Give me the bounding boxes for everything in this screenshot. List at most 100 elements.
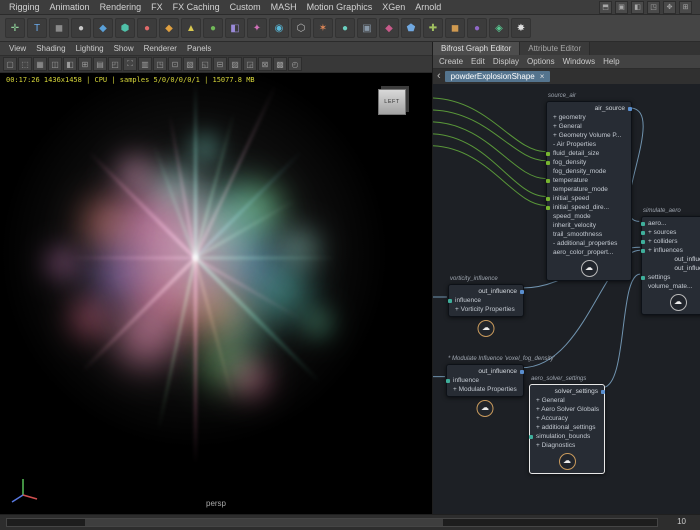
node-row[interactable]: + Modulate Properties xyxy=(447,385,523,394)
viewport-toolbar-icon[interactable]: ▨ xyxy=(228,57,242,71)
editor-pane-tab[interactable]: Attribute Editor xyxy=(520,42,590,55)
cloud-preview-icon[interactable]: ☁ xyxy=(559,453,576,470)
graph-menu-item[interactable]: Display xyxy=(489,57,523,66)
viewport-toolbar-icon[interactable]: ▦ xyxy=(33,57,47,71)
node-row[interactable]: temperature xyxy=(547,176,631,185)
node-row[interactable]: settings xyxy=(642,273,700,282)
shelf-icon[interactable]: ◼ xyxy=(445,18,465,38)
node-row[interactable]: + influences xyxy=(642,246,700,255)
graph-node-modulate_influence[interactable]: * Modulate Influence 'voxel_fog_density'… xyxy=(446,364,524,397)
node-row[interactable]: - Air Properties xyxy=(547,140,631,149)
shelf-icon[interactable]: ▣ xyxy=(357,18,377,38)
node-row[interactable]: trail_smoothness xyxy=(547,230,631,239)
shelf-icon[interactable]: ⬡ xyxy=(291,18,311,38)
viewport[interactable]: 00:17:26 1436x1458 | CPU | samples 5/0/0… xyxy=(0,73,432,515)
node-port[interactable] xyxy=(520,370,524,374)
menubar-icon[interactable]: ◧ xyxy=(631,1,644,14)
menubar-icon[interactable]: ⬒ xyxy=(599,1,612,14)
shelf-icon[interactable]: ▲ xyxy=(181,18,201,38)
shelf-icon[interactable]: ● xyxy=(71,18,91,38)
node-row[interactable]: + Vorticity Properties xyxy=(449,305,523,314)
time-slider[interactable]: 10 xyxy=(0,514,700,530)
shelf-icon[interactable]: ◆ xyxy=(93,18,113,38)
node-row[interactable]: + sources xyxy=(642,228,700,237)
viewport-toolbar-icon[interactable]: ⬚ xyxy=(18,57,32,71)
node-row[interactable]: + Diagnostics xyxy=(530,441,604,450)
viewport-toolbar-icon[interactable]: ⛶ xyxy=(123,57,137,71)
node-row[interactable]: + Accuracy xyxy=(530,414,604,423)
node-port[interactable] xyxy=(641,222,645,226)
node-port[interactable] xyxy=(448,299,452,303)
viewport-toolbar-icon[interactable]: ▤ xyxy=(93,57,107,71)
shelf-icon[interactable]: ⬢ xyxy=(115,18,135,38)
node-port[interactable] xyxy=(546,197,550,201)
viewport-toolbar-icon[interactable]: ▢ xyxy=(3,57,17,71)
menubar-icon[interactable]: ✥ xyxy=(663,1,676,14)
node-row[interactable]: out_influence xyxy=(447,367,523,376)
node-row[interactable]: fog_density xyxy=(547,158,631,167)
menubar-icon[interactable]: ⊞ xyxy=(679,1,692,14)
panel-menu-item[interactable]: Show xyxy=(109,44,139,53)
shelf-icon[interactable]: ✦ xyxy=(247,18,267,38)
panel-menu-item[interactable]: Renderer xyxy=(139,44,182,53)
shelf-icon[interactable]: ● xyxy=(203,18,223,38)
viewport-toolbar-icon[interactable]: ◫ xyxy=(48,57,62,71)
node-row[interactable]: aero_color_propert... xyxy=(547,248,631,257)
menu-item[interactable]: Animation xyxy=(45,2,95,12)
tab-close-icon[interactable]: × xyxy=(540,72,545,81)
node-row[interactable]: influence xyxy=(449,296,523,305)
back-arrow-icon[interactable]: ‹ xyxy=(437,71,441,82)
shelf-icon[interactable]: ✛ xyxy=(5,18,25,38)
shelf-icon[interactable]: ◆ xyxy=(379,18,399,38)
menu-item[interactable]: Rigging xyxy=(4,2,45,12)
node-row[interactable]: volume_mate... xyxy=(642,282,700,291)
graph-menu-item[interactable]: Edit xyxy=(467,57,489,66)
node-row[interactable]: air_source xyxy=(547,104,631,113)
viewport-toolbar-icon[interactable]: ⊡ xyxy=(168,57,182,71)
node-port[interactable] xyxy=(628,107,632,111)
shelf-icon[interactable]: ◉ xyxy=(269,18,289,38)
node-row[interactable]: + Geometry Volume P... xyxy=(547,131,631,140)
shelf-icon[interactable]: ◼ xyxy=(49,18,69,38)
viewport-toolbar-icon[interactable]: ⊟ xyxy=(213,57,227,71)
menu-item[interactable]: Rendering xyxy=(95,2,147,12)
menubar-icon[interactable]: ◳ xyxy=(647,1,660,14)
graph-canvas[interactable]: source_airair_source+ geometry+ General+… xyxy=(433,84,700,515)
menu-item[interactable]: Custom xyxy=(225,2,266,12)
node-port[interactable] xyxy=(546,152,550,156)
node-row[interactable]: + colliders xyxy=(642,237,700,246)
viewport-toolbar-icon[interactable]: ◰ xyxy=(108,57,122,71)
node-port[interactable] xyxy=(641,276,645,280)
cloud-preview-icon[interactable]: ☁ xyxy=(581,260,598,277)
node-row[interactable]: solver_settings xyxy=(530,387,604,396)
node-row[interactable]: + General xyxy=(547,122,631,131)
graph-menu-item[interactable]: Help xyxy=(599,57,623,66)
node-row[interactable]: out_influe... xyxy=(642,264,700,273)
node-row[interactable]: inherit_velocity xyxy=(547,221,631,230)
graph-node-source_air[interactable]: source_airair_source+ geometry+ General+… xyxy=(546,101,632,281)
editor-pane-tab[interactable]: Bifrost Graph Editor xyxy=(433,42,520,55)
viewport-toolbar-icon[interactable]: ◳ xyxy=(153,57,167,71)
node-row[interactable]: out_influe... xyxy=(642,255,700,264)
graph-tab[interactable]: powderExplosionShape × xyxy=(445,71,551,82)
panel-menu-item[interactable]: Shading xyxy=(31,44,70,53)
node-port[interactable] xyxy=(446,379,450,383)
node-row[interactable]: fluid_detail_size xyxy=(547,149,631,158)
graph-node-vorticity_influence[interactable]: vorticity_influenceout_influenceinfluenc… xyxy=(448,284,524,317)
node-port[interactable] xyxy=(641,240,645,244)
menu-item[interactable]: FX xyxy=(146,2,168,12)
viewport-toolbar-icon[interactable]: ⊠ xyxy=(258,57,272,71)
node-port[interactable] xyxy=(520,290,524,294)
viewport-toolbar-icon[interactable]: ◱ xyxy=(198,57,212,71)
shelf-icon[interactable]: ✚ xyxy=(423,18,443,38)
node-row[interactable]: initial_speed_dire... xyxy=(547,203,631,212)
node-row[interactable]: simulation_bounds xyxy=(530,432,604,441)
graph-menu-item[interactable]: Options xyxy=(523,57,559,66)
shelf-icon[interactable]: ◈ xyxy=(489,18,509,38)
timeline-scrollbar-handle[interactable] xyxy=(85,519,443,526)
panel-menu-item[interactable]: View xyxy=(4,44,31,53)
node-port[interactable] xyxy=(641,249,645,253)
cloud-preview-icon[interactable]: ☁ xyxy=(478,320,495,337)
node-port[interactable] xyxy=(546,161,550,165)
shelf-icon[interactable]: ● xyxy=(335,18,355,38)
